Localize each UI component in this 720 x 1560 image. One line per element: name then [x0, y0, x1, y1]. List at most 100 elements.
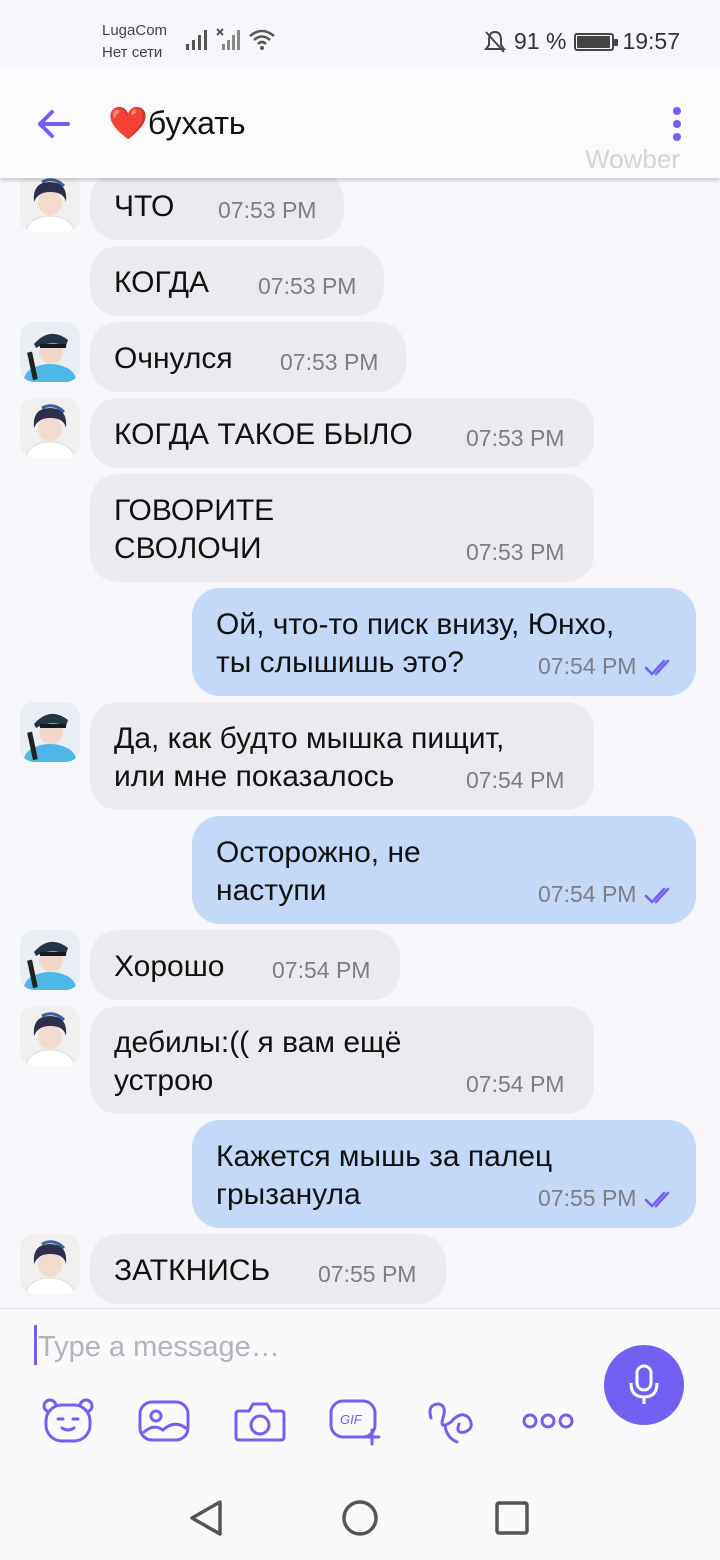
incoming-message-bubble[interactable]: КОГДА ТАКОЕ БЫЛО 07:53 PM: [90, 398, 594, 468]
gif-icon: GIF: [329, 1399, 381, 1446]
message-row: Ой, что-то писк внизу, Юнхо, ты слышишь …: [0, 588, 720, 696]
message-row: дебилы:(( я вам ещё устрою 07:54 PM: [0, 1006, 720, 1114]
wifi-icon: [249, 29, 275, 50]
message-time: 07:53 PM: [466, 539, 565, 565]
battery-percent: 91 %: [514, 28, 567, 54]
camera-icon: [234, 1402, 286, 1442]
clock: 19:57: [622, 28, 680, 54]
message-text: дебилы:(( я вам ещё устрою: [114, 1026, 402, 1097]
avatar[interactable]: [20, 322, 80, 382]
nav-home-icon[interactable]: [340, 1498, 380, 1538]
message-time: 07:53 PM: [218, 197, 317, 223]
message-time: 07:55 PM: [318, 1261, 417, 1287]
message-text: КОГДА: [114, 266, 210, 299]
message-text: ЧТО: [114, 190, 175, 223]
doodle-button[interactable]: [424, 1395, 480, 1447]
gallery-button[interactable]: [136, 1395, 192, 1447]
svg-text:GIF: GIF: [340, 1412, 363, 1427]
avatar-image: [20, 178, 80, 232]
carrier-name: LugaCom: [102, 22, 168, 39]
avatar-image: [20, 1006, 80, 1066]
avatar[interactable]: [20, 702, 80, 762]
message-row: КОГДА 07:53 PM: [0, 246, 720, 316]
message-time: 07:54 PM: [538, 653, 637, 679]
more-options-icon[interactable]: [672, 106, 682, 142]
battery-icon: [574, 32, 619, 51]
gif-button[interactable]: GIF: [328, 1395, 384, 1447]
avatar[interactable]: [20, 930, 80, 990]
message-list[interactable]: ЧТО 07:53 PM КОГДА 07:53 PM Очнулся 07:53 PM К…: [0, 178, 720, 1308]
system-nav-bar: [0, 1478, 720, 1560]
avatar[interactable]: [20, 1234, 80, 1294]
carrier-info: LugaCom Нет сети: [102, 20, 167, 64]
incoming-message-bubble[interactable]: КОГДА 07:53 PM: [90, 246, 384, 316]
doodle-icon: [428, 1402, 473, 1444]
composer: GIF: [0, 1308, 720, 1478]
message-row: Хорошо 07:54 PM: [0, 930, 720, 1000]
text-cursor: [34, 1325, 37, 1365]
avatar[interactable]: [20, 398, 80, 458]
network-status: Нет сети: [102, 44, 163, 61]
message-time: 07:54 PM: [466, 767, 565, 793]
outgoing-message-bubble[interactable]: Кажется мышь за палец грызанула 07:55 PM: [192, 1120, 696, 1228]
incoming-message-bubble[interactable]: ЧТО 07:53 PM: [90, 178, 344, 240]
sticker-button[interactable]: [40, 1395, 96, 1447]
avatar-image: [20, 702, 80, 762]
avatar-image: [20, 930, 80, 990]
message-time: 07:53 PM: [280, 349, 379, 375]
message-input[interactable]: [38, 1327, 578, 1367]
message-row: ЧТО 07:53 PM: [0, 178, 720, 240]
avatar-image: [20, 398, 80, 458]
message-text: Осторожно, не наступи: [216, 836, 421, 907]
message-time: 07:54 PM: [466, 1071, 565, 1097]
message-text: Да, как будто мышка пищит, или мне показ…: [114, 722, 505, 793]
microphone-icon: [629, 1364, 659, 1404]
message-row: Очнулся 07:53 PM: [0, 322, 720, 392]
message-text: ГОВОРИТЕ СВОЛОЧИ: [114, 494, 275, 565]
voice-record-button[interactable]: [604, 1345, 684, 1425]
nav-recents-icon[interactable]: [494, 1498, 530, 1538]
message-row: Осторожно, не наступи 07:54 PM: [0, 816, 720, 924]
incoming-message-bubble[interactable]: дебилы:(( я вам ещё устрою 07:54 PM: [90, 1006, 594, 1114]
read-check-icon: [644, 1191, 670, 1208]
message-row: ЗАТКНИСЬ 07:55 PM: [0, 1234, 720, 1304]
chat-title[interactable]: ❤️бухать: [108, 104, 246, 142]
incoming-message-bubble[interactable]: ЗАТКНИСЬ 07:55 PM: [90, 1234, 446, 1304]
gallery-icon: [138, 1400, 190, 1442]
back-arrow-icon[interactable]: [34, 104, 74, 144]
signal-icon: [186, 30, 207, 50]
message-text: КОГДА ТАКОЕ БЫЛО: [114, 418, 413, 451]
outgoing-message-bubble[interactable]: Осторожно, не наступи 07:54 PM: [192, 816, 696, 924]
incoming-message-bubble[interactable]: Хорошо 07:54 PM: [90, 930, 400, 1000]
incoming-message-bubble[interactable]: ГОВОРИТЕ СВОЛОЧИ 07:53 PM: [90, 474, 594, 582]
incoming-message-bubble[interactable]: Да, как будто мышка пищит, или мне показ…: [90, 702, 594, 810]
more-icon: [522, 1413, 574, 1429]
read-check-icon: [644, 887, 670, 904]
watermark: Wowber: [585, 144, 680, 174]
read-check-icon: [644, 659, 670, 676]
signal-off-icon: [216, 28, 240, 50]
message-time: 07:53 PM: [466, 425, 565, 451]
message-row: Да, как будто мышка пищит, или мне показ…: [0, 702, 720, 810]
avatar-image: [20, 322, 80, 382]
camera-button[interactable]: [232, 1395, 288, 1447]
message-time: 07:54 PM: [538, 881, 637, 907]
status-bar: LugaCom Нет сети 91 % 19:57: [0, 0, 720, 70]
avatar-image: [20, 1234, 80, 1294]
chat-header: ❤️бухать Wowber: [0, 70, 720, 178]
message-time: 07:54 PM: [272, 957, 371, 983]
more-tools-button[interactable]: [520, 1395, 576, 1447]
incoming-message-bubble[interactable]: Очнулся 07:53 PM: [90, 322, 406, 392]
sticker-icon: [42, 1398, 94, 1443]
message-row: Кажется мышь за палец грызанула 07:55 PM: [0, 1120, 720, 1228]
message-text: Хорошо: [114, 950, 225, 983]
nav-back-icon[interactable]: [188, 1498, 224, 1538]
message-time: 07:55 PM: [538, 1185, 637, 1211]
message-time: 07:53 PM: [258, 273, 357, 299]
bell-off-icon: [484, 30, 506, 53]
avatar[interactable]: [20, 178, 80, 232]
message-text: Кажется мышь за палец грызанула: [216, 1140, 553, 1211]
message-text: ЗАТКНИСЬ: [114, 1254, 271, 1287]
avatar[interactable]: [20, 1006, 80, 1066]
outgoing-message-bubble[interactable]: Ой, что-то писк внизу, Юнхо, ты слышишь …: [192, 588, 696, 696]
